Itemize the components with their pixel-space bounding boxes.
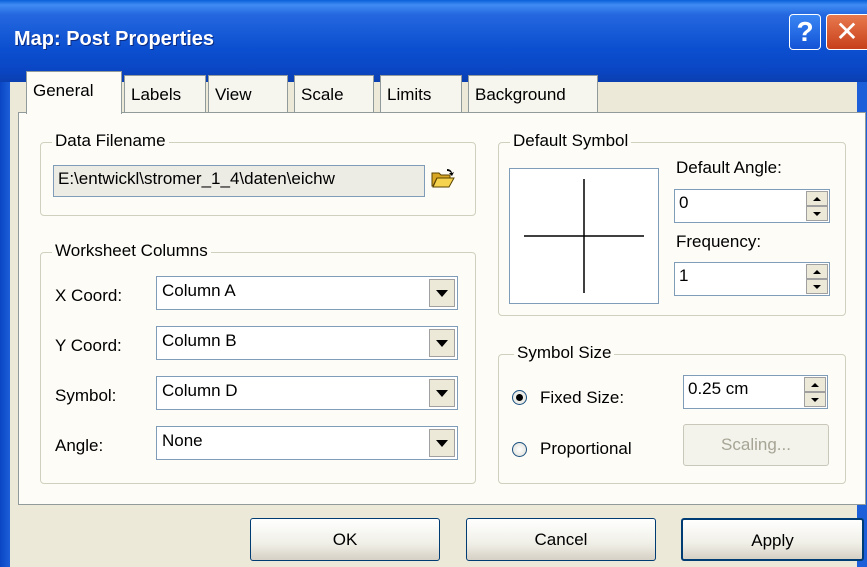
fixed-size-spinner[interactable]: 0.25 cm	[683, 375, 828, 409]
y-coord-label: Y Coord:	[55, 336, 122, 355]
frequency-spinner[interactable]: 1	[674, 262, 830, 296]
y-coord-select[interactable]: Column B	[156, 326, 458, 360]
proportional-radio[interactable]	[512, 442, 527, 457]
tab-label: View	[215, 85, 252, 104]
tab-labels[interactable]: Labels	[124, 75, 206, 113]
tab-label: Background	[475, 85, 566, 104]
chevron-down-icon[interactable]	[429, 329, 455, 357]
spin-up-icon[interactable]	[806, 264, 828, 279]
angle-value: None	[162, 431, 203, 450]
scaling-button[interactable]: Scaling...	[683, 424, 829, 466]
tab-label: Scale	[301, 85, 344, 104]
ok-button[interactable]: OK	[250, 518, 440, 561]
fixed-size-radio[interactable]	[512, 390, 527, 405]
tab-label: General	[33, 81, 94, 100]
symbol-select[interactable]: Column D	[156, 376, 458, 410]
spin-up-icon[interactable]	[804, 377, 826, 392]
chevron-down-icon[interactable]	[429, 429, 455, 457]
window-title: Map: Post Properties	[14, 28, 215, 50]
question-icon: ?	[796, 16, 814, 47]
default-angle-label: Default Angle:	[676, 158, 782, 177]
x-coord-label: X Coord:	[55, 286, 123, 305]
close-icon: ✕	[835, 16, 859, 47]
x-coord-select[interactable]: Column A	[156, 276, 458, 310]
open-folder-icon[interactable]	[430, 168, 456, 190]
symbol-label: Symbol:	[55, 386, 117, 405]
cancel-button[interactable]: Cancel	[466, 518, 656, 561]
data-filename-field[interactable]: E:\entwickl\stromer_1_4\daten\eichw	[53, 165, 425, 197]
tab-view[interactable]: View	[208, 75, 288, 113]
help-button[interactable]: ?	[789, 14, 821, 50]
spin-down-icon[interactable]	[804, 392, 826, 407]
apply-button[interactable]: Apply	[681, 518, 864, 561]
fixed-size-value: 0.25 cm	[688, 379, 749, 398]
symbol-preview[interactable]	[509, 168, 659, 304]
chevron-down-icon[interactable]	[429, 279, 455, 307]
proportional-label[interactable]: Proportional	[540, 439, 632, 459]
default-angle-spinner[interactable]: 0	[674, 189, 830, 223]
fixed-size-label[interactable]: Fixed Size:	[540, 388, 624, 408]
tab-limits[interactable]: Limits	[380, 75, 462, 113]
spin-down-icon[interactable]	[806, 279, 828, 294]
chevron-down-icon[interactable]	[429, 379, 455, 407]
default-symbol-legend: Default Symbol	[510, 131, 632, 151]
tab-background[interactable]: Background	[468, 75, 598, 113]
spin-down-icon[interactable]	[806, 206, 828, 221]
angle-label: Angle:	[55, 436, 104, 455]
tab-label: Limits	[387, 85, 432, 104]
window-frame-left	[0, 82, 10, 567]
default-angle-value: 0	[679, 193, 689, 212]
crosshair-symbol-icon	[524, 179, 644, 293]
frequency-label: Frequency:	[676, 232, 762, 251]
close-button[interactable]: ✕	[826, 14, 867, 50]
spin-up-icon[interactable]	[806, 191, 828, 206]
tab-label: Labels	[131, 85, 182, 104]
tab-general[interactable]: General	[26, 71, 122, 114]
symbol-size-legend: Symbol Size	[514, 343, 615, 363]
angle-select[interactable]: None	[156, 426, 458, 460]
tab-scale[interactable]: Scale	[294, 75, 374, 113]
y-coord-value: Column B	[162, 331, 237, 350]
symbol-value: Column D	[162, 381, 238, 400]
frequency-value: 1	[679, 266, 689, 285]
x-coord-value: Column A	[162, 281, 236, 300]
data-filename-legend: Data Filename	[52, 131, 169, 151]
worksheet-columns-legend: Worksheet Columns	[52, 241, 211, 261]
